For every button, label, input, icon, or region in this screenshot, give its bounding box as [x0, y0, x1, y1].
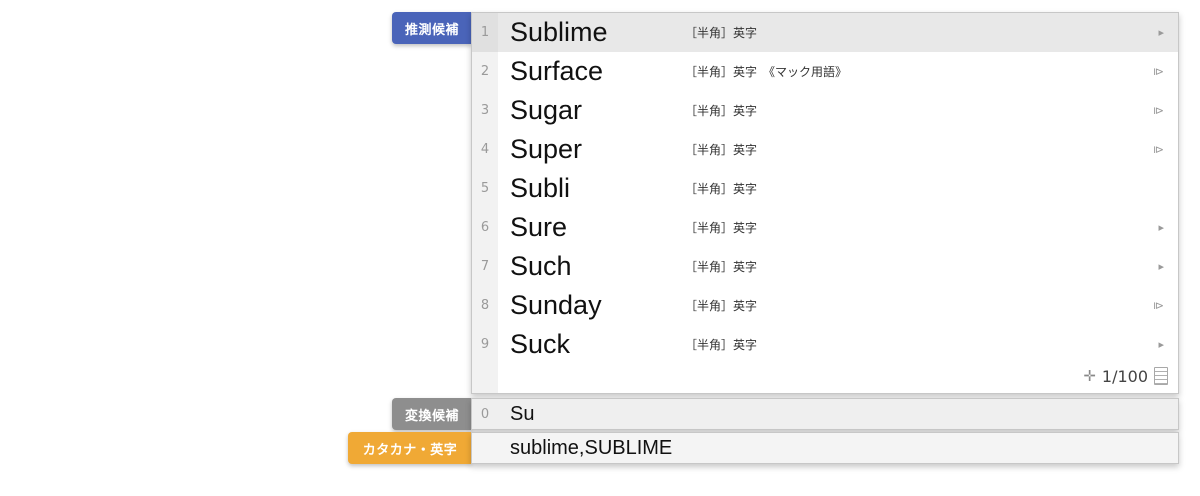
list-icon[interactable] — [1154, 367, 1168, 385]
candidate-word: Sublime — [510, 17, 608, 47]
candidate-number: 8 — [480, 298, 490, 313]
candidate-number: 7 — [480, 259, 490, 274]
candidate-number: 1 — [472, 13, 498, 52]
predictive-candidates-tag: 推測候補 — [392, 12, 472, 44]
conversion-candidate-row[interactable]: 0 Su — [471, 398, 1179, 430]
candidate-row-2[interactable]: 2 Surface ［半角］英字 《マック用語》 ⧐ — [472, 52, 1178, 91]
candidate-row-8[interactable]: 8 Sunday ［半角］英字 ⧐ — [472, 286, 1178, 325]
candidate-number: 2 — [480, 64, 490, 79]
expand-arrow-icon[interactable]: ▸ — [1158, 208, 1164, 247]
expand-arrow-icon[interactable]: ▸ — [1158, 325, 1164, 364]
double-arrow-icon[interactable]: ⧐ — [1153, 52, 1164, 91]
candidate-row-7[interactable]: 7 Such ［半角］英字 ▸ — [472, 247, 1178, 286]
candidate-word: Suck — [510, 329, 571, 359]
candidate-number: 0 — [480, 406, 490, 422]
katakana-english-text: sublime,SUBLIME — [510, 436, 673, 459]
candidate-info: ［半角］英字 — [685, 104, 758, 118]
candidate-number: 6 — [480, 220, 490, 235]
candidate-word: Subli — [510, 173, 571, 203]
double-arrow-icon[interactable]: ⧐ — [1153, 91, 1164, 130]
candidate-word: Sure — [510, 212, 568, 242]
candidate-number: 9 — [480, 337, 490, 352]
candidate-row-4[interactable]: 4 Super ［半角］英字 ⧐ — [472, 130, 1178, 169]
candidate-word: Surface — [510, 56, 604, 86]
candidate-info: ［半角］英字 — [685, 260, 758, 274]
candidate-info: ［半角］英字 — [685, 182, 758, 196]
double-arrow-icon[interactable]: ⧐ — [1153, 130, 1164, 169]
candidate-list: 1 Sublime ［半角］英字 ▸ 2 Surface ［半角］英字 《マック… — [472, 13, 1178, 364]
page-footer: ✛ 1/100 — [1083, 365, 1168, 387]
candidate-info: ［半角］英字 — [685, 299, 758, 313]
candidate-word: Sunday — [510, 290, 602, 320]
candidate-row-5[interactable]: 5 Subli ［半角］英字 — [472, 169, 1178, 208]
candidate-info: ［半角］英字 — [685, 143, 758, 157]
candidate-info: ［半角］英字 — [685, 338, 758, 352]
candidate-row-3[interactable]: 3 Sugar ［半角］英字 ⧐ — [472, 91, 1178, 130]
candidate-word: Super — [510, 134, 583, 164]
candidate-row-1[interactable]: 1 Sublime ［半角］英字 ▸ — [472, 13, 1178, 52]
expand-arrow-icon[interactable]: ▸ — [1158, 13, 1164, 52]
candidate-row-6[interactable]: 6 Sure ［半角］英字 ▸ — [472, 208, 1178, 247]
candidate-info: ［半角］英字 《マック用語》 — [685, 65, 848, 79]
candidate-number: 3 — [480, 103, 490, 118]
plus-icon[interactable]: ✛ — [1083, 367, 1096, 385]
candidate-word: Such — [510, 251, 572, 281]
candidate-word: Sugar — [510, 95, 583, 125]
page-indicator: 1/100 — [1101, 366, 1148, 386]
expand-arrow-icon[interactable]: ▸ — [1158, 247, 1164, 286]
conversion-text: Su — [510, 402, 535, 425]
katakana-english-row[interactable]: sublime,SUBLIME — [471, 432, 1179, 464]
candidate-number: 5 — [480, 181, 490, 196]
candidate-row-9[interactable]: 9 Suck ［半角］英字 ▸ — [472, 325, 1178, 364]
conversion-candidates-tag: 変換候補 — [392, 398, 472, 430]
candidate-number: 4 — [480, 142, 490, 157]
candidate-info: ［半角］英字 — [685, 26, 758, 40]
double-arrow-icon[interactable]: ⧐ — [1153, 286, 1164, 325]
candidate-info: ［半角］英字 — [685, 221, 758, 235]
katakana-english-tag: カタカナ・英字 — [348, 432, 472, 464]
predictive-candidates-panel: 1 Sublime ［半角］英字 ▸ 2 Surface ［半角］英字 《マック… — [471, 12, 1179, 394]
